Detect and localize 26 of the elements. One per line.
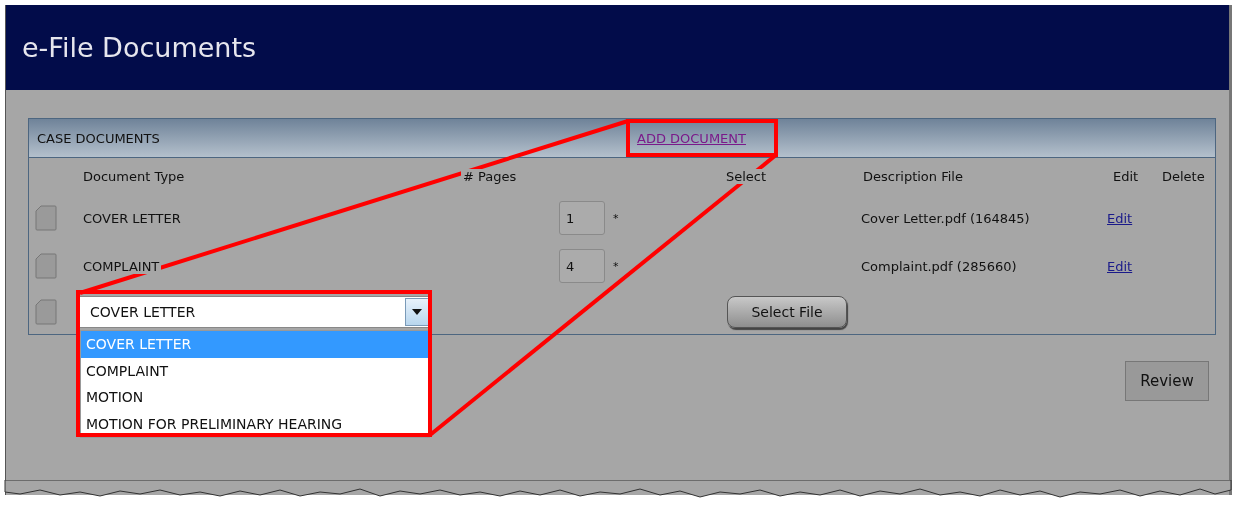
document-icon (35, 253, 57, 279)
review-button[interactable]: Review (1125, 361, 1209, 401)
pages-field[interactable]: 1 (559, 201, 605, 235)
column-header: Select (724, 168, 769, 184)
select-file-button[interactable]: Select File (727, 296, 847, 328)
file-name: Complaint.pdf (285660) (861, 258, 1017, 274)
document-type-dropdown[interactable]: COVER LETTER (79, 296, 431, 328)
required-mark: * (613, 259, 619, 273)
document-icon (35, 205, 57, 231)
panel-title: CASE DOCUMENTS (37, 130, 161, 146)
dropdown-option[interactable]: MOTION FOR PRELIMINARY HEARING (81, 410, 429, 437)
dropdown-option[interactable]: COMPLAINT (81, 357, 429, 384)
edit-link[interactable]: Edit (1107, 210, 1133, 226)
file-name: Cover Letter.pdf (164845) (861, 210, 1030, 226)
column-header: # Pages (461, 168, 519, 184)
column-header: Description File (861, 168, 965, 184)
dropdown-arrow-icon (412, 309, 422, 315)
page-title: e-File Documents (22, 32, 257, 63)
required-mark: * (613, 211, 619, 225)
column-header: Edit (1111, 168, 1141, 184)
edit-link[interactable]: Edit (1107, 258, 1133, 274)
column-header: Delete (1160, 168, 1207, 184)
document-icon (35, 299, 57, 325)
pages-field[interactable]: 4 (559, 249, 605, 283)
add-document-link[interactable]: ADD DOCUMENT (637, 130, 746, 146)
dropdown-option[interactable]: MOTION (81, 384, 429, 411)
